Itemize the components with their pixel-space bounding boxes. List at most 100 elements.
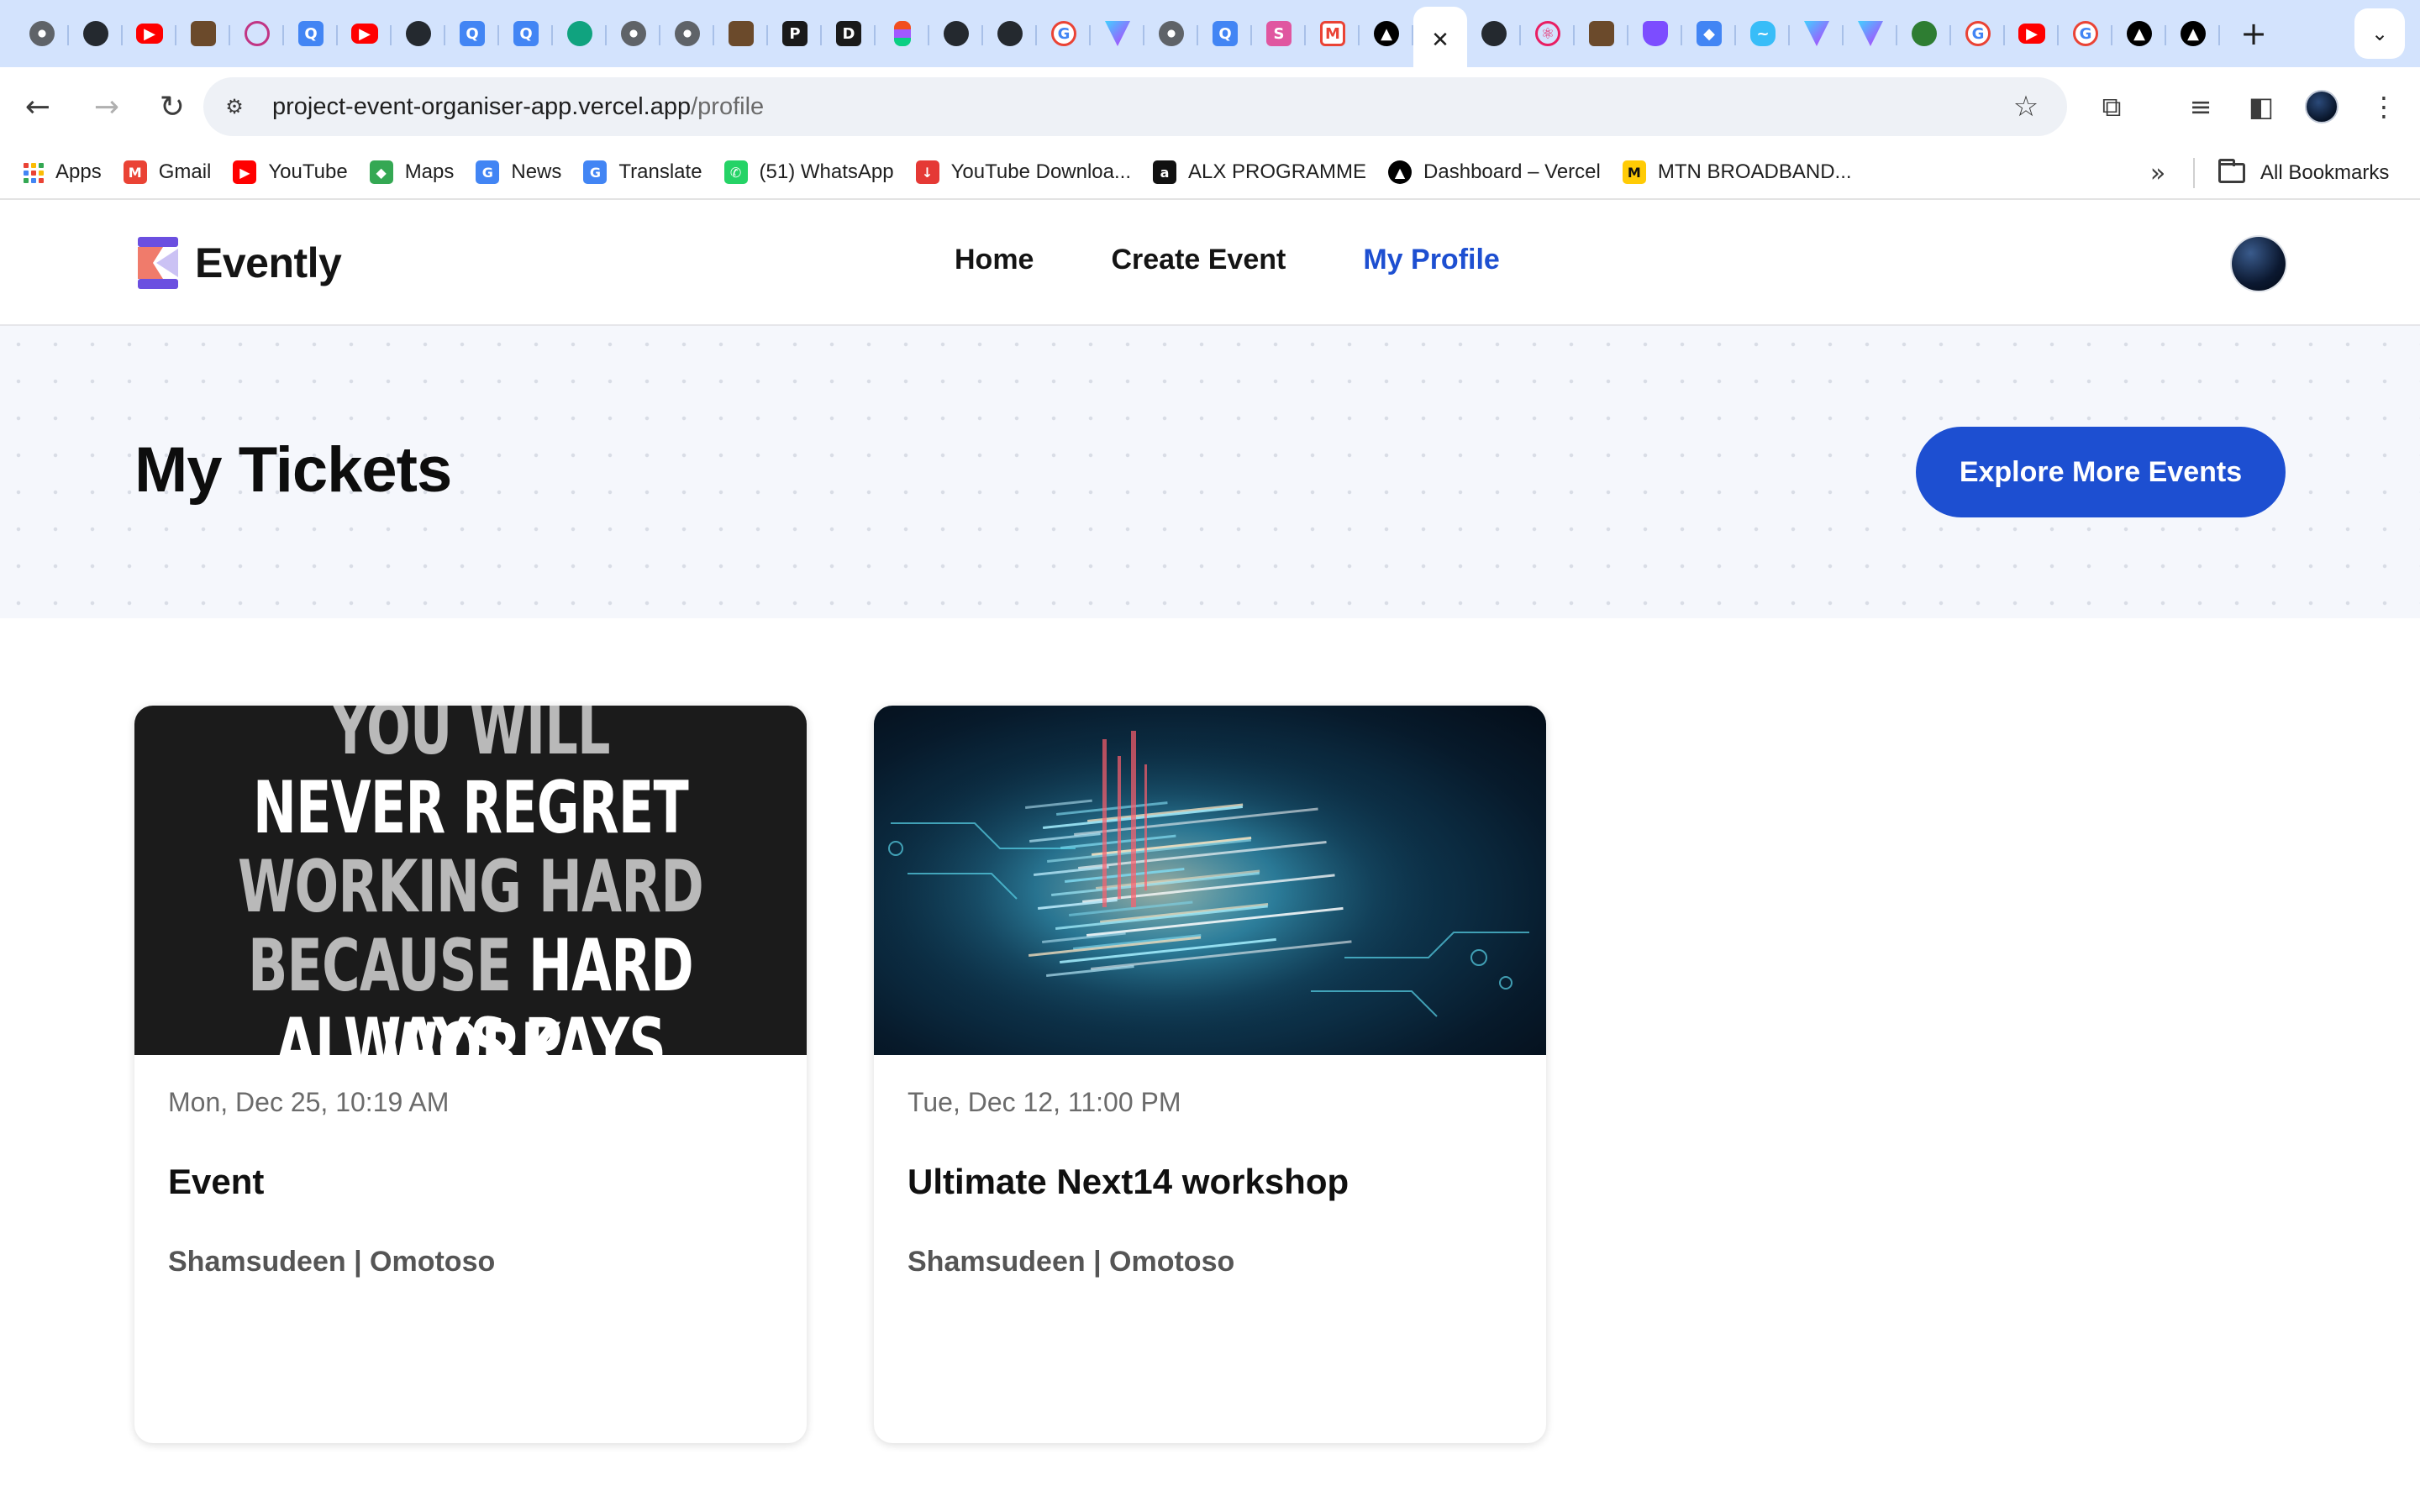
browser-tab[interactable] xyxy=(230,7,284,60)
brand-name: Evently xyxy=(195,239,342,286)
page-title: My Tickets xyxy=(134,434,452,506)
browser-tab[interactable] xyxy=(714,7,768,60)
bookmark-item[interactable]: G Translate xyxy=(580,150,715,194)
browser-tab[interactable]: ▲ xyxy=(2166,7,2220,60)
chrome-menu-icon[interactable]: ⋮ xyxy=(2356,79,2412,134)
browser-tab[interactable]: G xyxy=(2059,7,2112,60)
browser-tab[interactable] xyxy=(929,7,983,60)
site-settings-icon[interactable]: ⚙ xyxy=(212,84,257,129)
bookmark-item[interactable]: M Gmail xyxy=(120,150,225,194)
browser-tab[interactable] xyxy=(1790,7,1844,60)
nav-home[interactable]: Home xyxy=(955,244,1034,276)
profile-avatar[interactable] xyxy=(2294,79,2349,134)
bookmark-item[interactable]: G News xyxy=(472,150,575,194)
browser-tab[interactable]: Q xyxy=(499,7,553,60)
browser-tab[interactable]: ▶ xyxy=(123,7,176,60)
browser-tab[interactable] xyxy=(1897,7,1951,60)
close-icon[interactable]: ✕ xyxy=(1431,28,1449,53)
bookmark-item[interactable]: ▶ YouTube xyxy=(229,150,360,194)
bookmarks-list: Apps M Gmail ▶ YouTube ◆ Maps G News G Translate ✆ (… xyxy=(20,150,1870,194)
bookmark-item[interactable]: a ALX PROGRAMME xyxy=(1150,150,1380,194)
browser-tab[interactable]: P xyxy=(768,7,822,60)
side-panel-icon[interactable]: ◧ xyxy=(2233,79,2289,134)
browser-tab[interactable]: D xyxy=(822,7,876,60)
browser-tab[interactable] xyxy=(69,7,123,60)
browser-tab[interactable]: ▲ xyxy=(2112,7,2166,60)
apps-grid-icon xyxy=(24,162,44,183)
ticket-card[interactable]: YOU WILL NEVER REGRET WORKING HARD BECAUSE … xyxy=(134,706,807,1443)
ticket-card[interactable]: Tue, Dec 12, 11:00 PM Ultimate Next14 wo… xyxy=(874,706,1546,1443)
browser-tab[interactable]: ⚛ xyxy=(1521,7,1575,60)
poster-text-line: ALWAYS PAYS OFF xyxy=(229,1003,713,1055)
browser-tab[interactable]: ▲ xyxy=(1360,7,1413,60)
browser-tab[interactable] xyxy=(1844,7,1897,60)
bookmark-label: Apps xyxy=(55,160,102,183)
browser-tab[interactable] xyxy=(1091,7,1144,60)
browser-tab[interactable] xyxy=(176,7,230,60)
browser-tab[interactable]: G xyxy=(1951,7,2005,60)
vercel-icon: ▲ xyxy=(1388,160,1413,184)
ticket-organizer: Shamsudeen | Omotoso xyxy=(908,1246,1235,1278)
tab-search-chevron-icon[interactable]: ⌄ xyxy=(2354,8,2405,59)
browser-tab[interactable]: ~ xyxy=(1736,7,1790,60)
browser-tab[interactable]: ▶ xyxy=(2005,7,2059,60)
main-nav: Home Create Event My Profile xyxy=(955,244,1577,276)
user-avatar[interactable] xyxy=(2232,237,2286,291)
browser-tab[interactable] xyxy=(15,7,69,60)
browser-tab[interactable]: S xyxy=(1252,7,1306,60)
ticket-title[interactable]: Event xyxy=(168,1162,773,1202)
bookmark-item[interactable]: Apps xyxy=(20,150,115,194)
extensions-puzzle-icon[interactable]: ⧉ xyxy=(2084,79,2139,134)
all-bookmarks-button[interactable]: All Bookmarks xyxy=(2218,151,2389,195)
all-bookmarks-label: All Bookmarks xyxy=(2260,161,2390,184)
ticket-title[interactable]: Ultimate Next14 workshop xyxy=(908,1162,1512,1202)
browser-tab[interactable] xyxy=(1467,7,1521,60)
explore-more-events-button[interactable]: Explore More Events xyxy=(1916,427,2286,517)
ticket-date: Mon, Dec 25, 10:19 AM xyxy=(168,1087,450,1117)
gmail-icon: M xyxy=(1320,21,1345,46)
nav-create-event[interactable]: Create Event xyxy=(1111,244,1286,276)
bookmark-item[interactable]: ▲ Dashboard – Vercel xyxy=(1385,150,1614,194)
browser-tab[interactable] xyxy=(876,7,929,60)
bookmark-item[interactable]: M MTN BROADBAND... xyxy=(1619,150,1865,194)
browser-tab[interactable] xyxy=(607,7,660,60)
browser-tab[interactable]: Q xyxy=(445,7,499,60)
bookmark-item[interactable]: ✆ (51) WhatsApp xyxy=(721,150,908,194)
browser-tab[interactable] xyxy=(1575,7,1628,60)
browser-tab[interactable] xyxy=(983,7,1037,60)
media-control-icon[interactable]: ≡ xyxy=(2173,79,2228,134)
back-arrow-icon[interactable]: ← xyxy=(10,79,66,134)
bookmark-item[interactable]: ◆ Maps xyxy=(366,150,468,194)
browser-tab[interactable]: G xyxy=(1037,7,1091,60)
brand-logo[interactable]: Evently xyxy=(134,237,342,289)
browser-tab[interactable] xyxy=(660,7,714,60)
browser-tab[interactable]: Q xyxy=(1198,7,1252,60)
browser-tab[interactable] xyxy=(392,7,445,60)
new-tab-button[interactable]: + xyxy=(2228,8,2279,59)
browser-tab[interactable] xyxy=(553,7,607,60)
url-text[interactable]: project-event-organiser-app.vercel.app/p… xyxy=(272,93,764,121)
active-tab[interactable]: ✕ xyxy=(1413,7,1467,74)
code-visualization-image[interactable] xyxy=(874,706,1546,1055)
forward-arrow-icon[interactable]: → xyxy=(79,79,134,134)
browser-tab[interactable]: Q xyxy=(284,7,338,60)
bookmarks-overflow-icon[interactable]: » xyxy=(2136,151,2180,195)
motivational-poster-image[interactable]: YOU WILL NEVER REGRET WORKING HARD BECAUSE … xyxy=(134,706,807,1055)
browser-tab[interactable]: ▶ xyxy=(338,7,392,60)
bookmark-star-icon[interactable]: ☆ xyxy=(2003,84,2049,129)
instagram-icon xyxy=(245,21,270,46)
nav-my-profile[interactable]: My Profile xyxy=(1363,244,1499,276)
tab-list: ▶ Q ▶ Q Q P D G Q S M ▲ ✕ ⚛ ◆ ~ G ▶ G ▲ ▲ xyxy=(15,0,2220,74)
browser-tab[interactable] xyxy=(1628,7,1682,60)
address-bar[interactable]: ⚙ project-event-organiser-app.vercel.app… xyxy=(203,77,2067,136)
browser-tab[interactable] xyxy=(1144,7,1198,60)
reload-icon[interactable]: ↻ xyxy=(145,79,200,134)
mongodb-icon xyxy=(1912,21,1937,46)
bookmark-item[interactable]: ↓ YouTube Downloa... xyxy=(913,150,1144,194)
q-icon: Q xyxy=(460,21,485,46)
shield-icon xyxy=(1643,21,1668,46)
browser-tab[interactable]: M xyxy=(1306,7,1360,60)
browser-tab[interactable]: ◆ xyxy=(1682,7,1736,60)
url-path: /profile xyxy=(691,92,765,120)
download-icon: ↓ xyxy=(915,160,939,184)
